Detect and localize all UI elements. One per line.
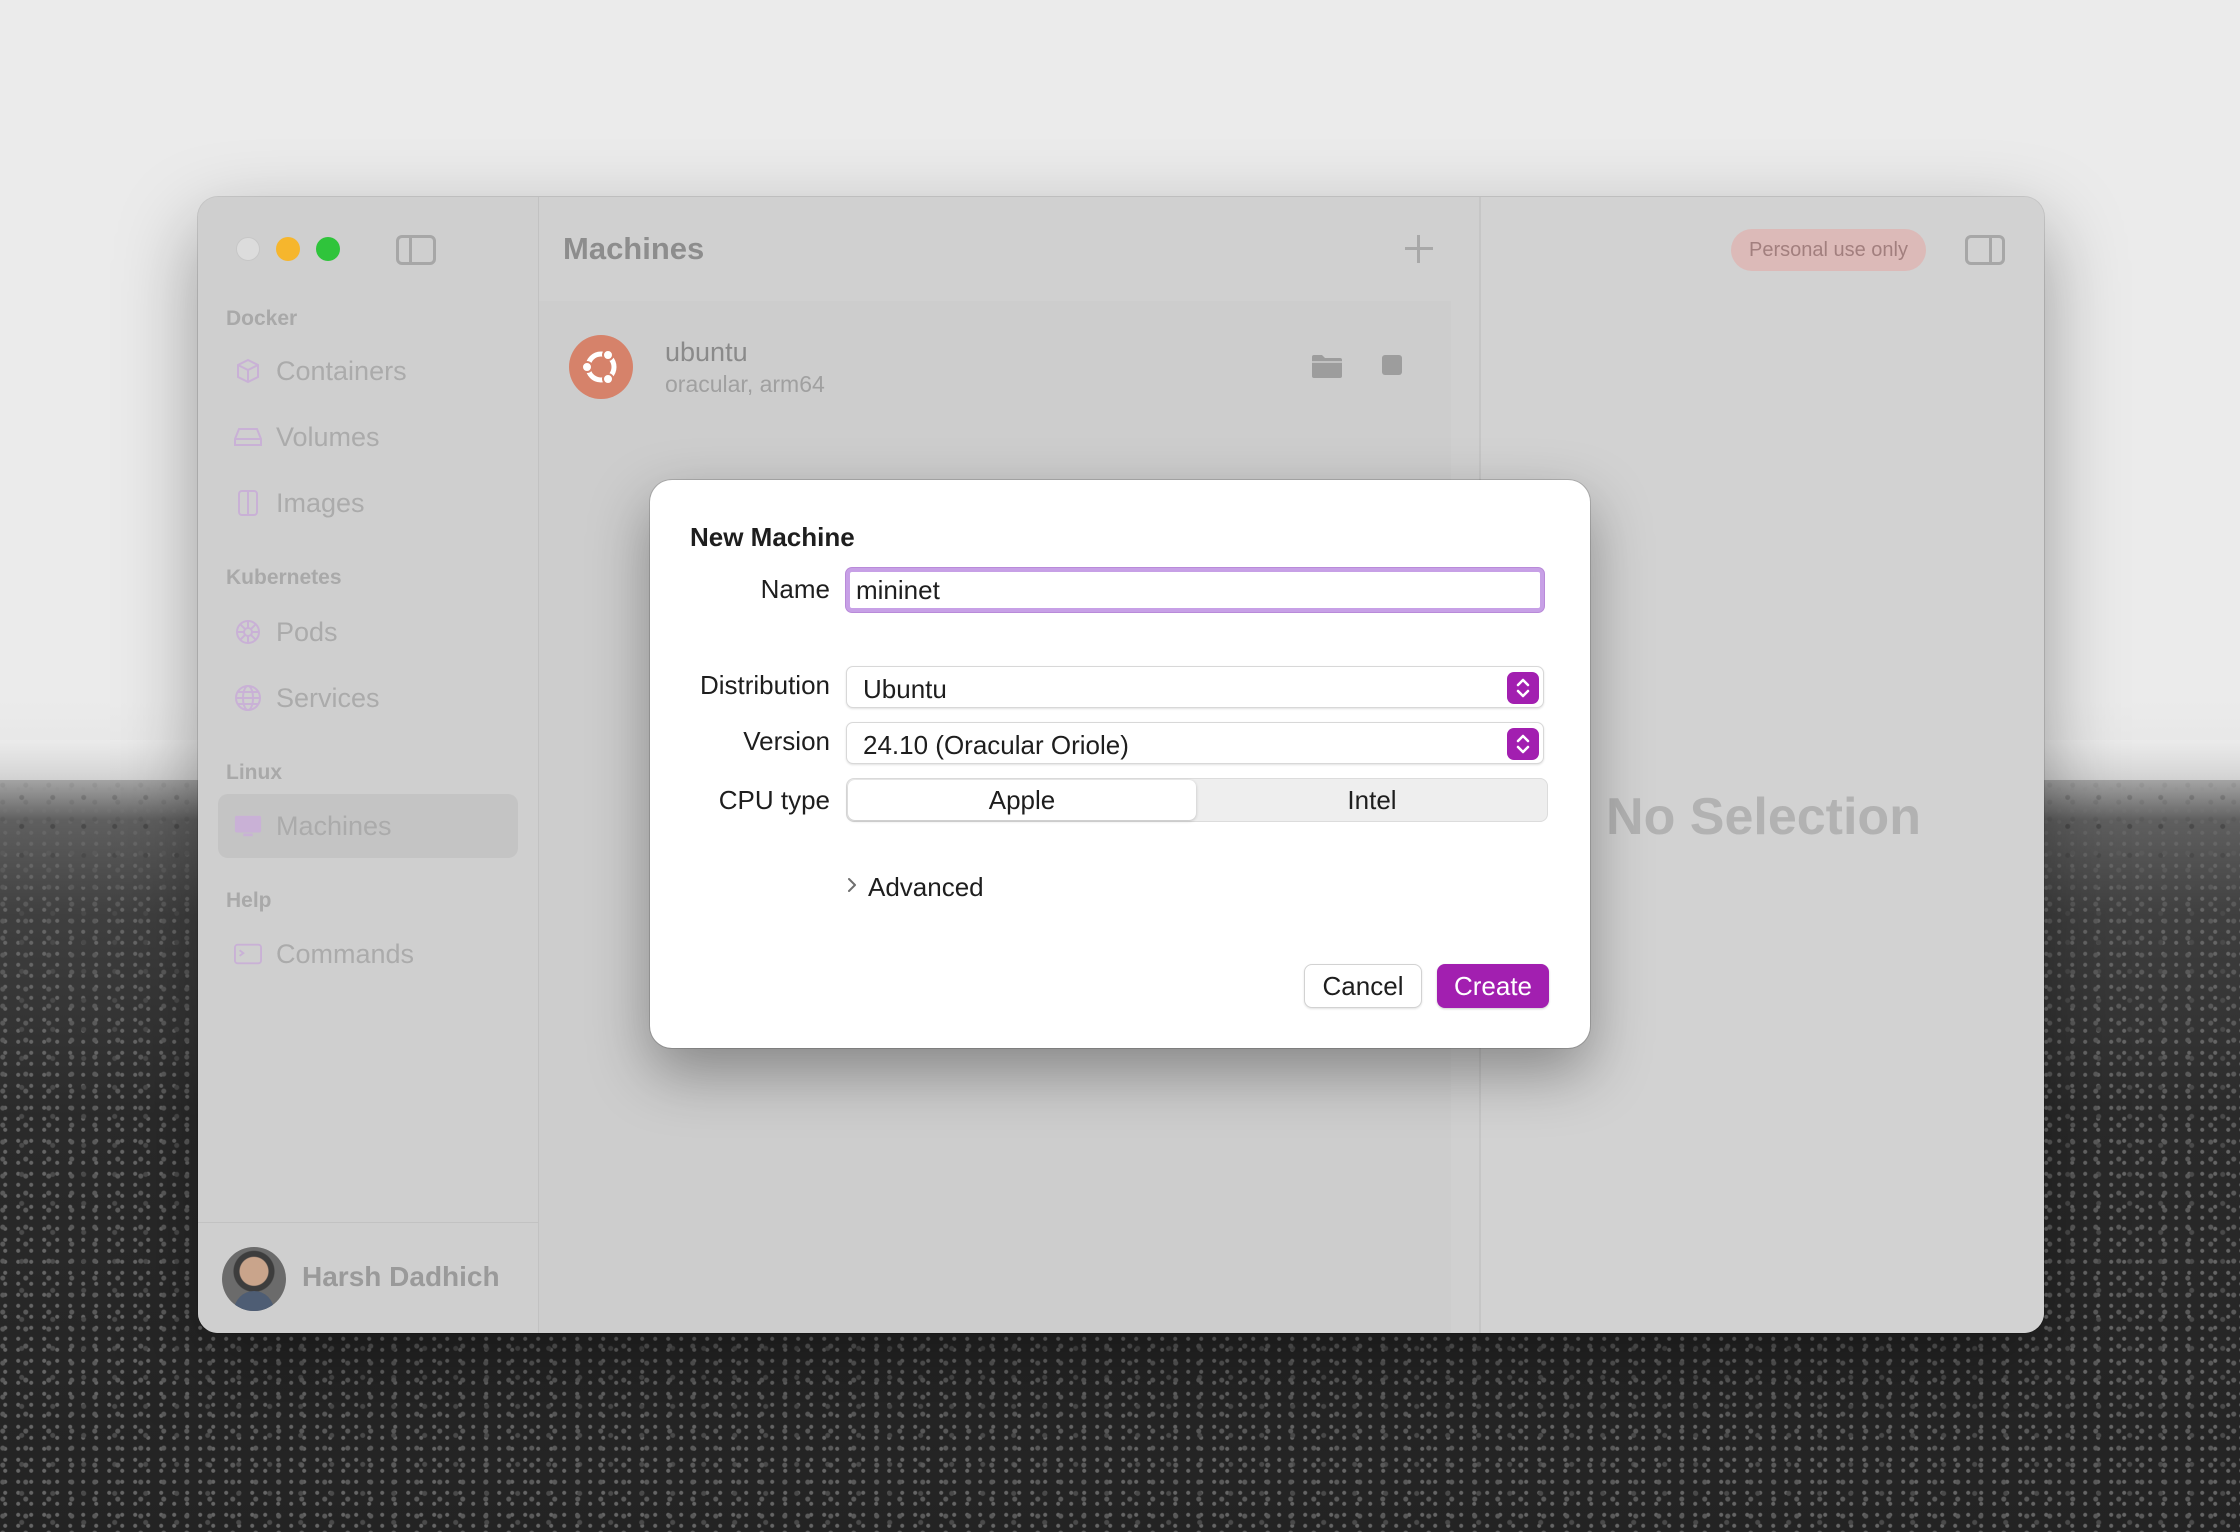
- cpu-type-label: CPU type: [718, 785, 830, 815]
- drive-icon: [234, 423, 262, 451]
- sidebar-item-pods[interactable]: Pods: [218, 600, 518, 664]
- sidebar-item-volumes[interactable]: Volumes: [218, 405, 518, 469]
- stop-icon[interactable]: [1382, 355, 1402, 375]
- cancel-button[interactable]: Cancel: [1304, 964, 1422, 1008]
- dialog-title: New Machine: [690, 522, 855, 552]
- sidebar-item-label: Images: [276, 487, 365, 518]
- segment-intel[interactable]: Intel: [1197, 779, 1547, 821]
- distribution-label: Distribution: [699, 670, 830, 700]
- chevron-up-down-icon: [1507, 672, 1539, 704]
- section-label-linux: Linux: [226, 761, 282, 784]
- machine-name: ubuntu: [665, 337, 748, 367]
- version-select[interactable]: 24.10 (Oracular Oriole): [846, 722, 1544, 764]
- minimize-window-button[interactable]: [276, 237, 300, 261]
- monitor-icon: [234, 812, 262, 840]
- advanced-disclosure[interactable]: Advanced: [846, 872, 984, 903]
- avatar: [222, 1247, 286, 1311]
- account-footer[interactable]: Harsh Dadhich: [198, 1222, 539, 1333]
- sidebar-item-label: Pods: [276, 616, 338, 647]
- segment-apple[interactable]: Apple: [848, 780, 1196, 820]
- sidebar-item-label: Volumes: [276, 421, 380, 452]
- distribution-select[interactable]: Ubuntu: [846, 666, 1544, 708]
- name-label: Name: [760, 574, 830, 604]
- images-icon: [234, 489, 262, 517]
- section-label-help: Help: [226, 889, 272, 912]
- sidebar: Docker Containers Volumes Images Kuberne…: [198, 197, 539, 1333]
- sidebar-item-label: Containers: [276, 355, 407, 386]
- terminal-icon: [234, 940, 262, 968]
- globe-icon: [234, 684, 262, 712]
- cpu-type-segmented-control: Apple Intel: [846, 778, 1548, 822]
- sidebar-item-images[interactable]: Images: [218, 471, 518, 535]
- machine-detail: oracular, arm64: [665, 371, 825, 397]
- sidebar-item-label: Commands: [276, 938, 415, 969]
- list-item[interactable]: ubuntu oracular, arm64: [539, 331, 1451, 427]
- sidebar-item-machines[interactable]: Machines: [218, 794, 518, 858]
- sidebar-item-label: Machines: [276, 810, 392, 841]
- advanced-label: Advanced: [868, 872, 984, 902]
- sidebar-item-commands[interactable]: Commands: [218, 922, 518, 986]
- version-label: Version: [743, 726, 830, 756]
- folder-icon[interactable]: [1311, 353, 1343, 379]
- helm-icon: [234, 618, 262, 646]
- close-window-button[interactable]: [236, 237, 260, 261]
- user-name: Harsh Dadhich: [302, 1261, 500, 1292]
- sidebar-toggle-icon[interactable]: [396, 235, 436, 265]
- name-input[interactable]: [846, 568, 1544, 612]
- distribution-value: Ubuntu: [863, 674, 947, 704]
- chevron-right-icon: [846, 876, 858, 899]
- add-machine-button[interactable]: [1401, 231, 1437, 267]
- sidebar-item-label: Services: [276, 682, 380, 713]
- cube-icon: [234, 357, 262, 385]
- section-label-docker: Docker: [226, 307, 298, 330]
- version-value: 24.10 (Oracular Oriole): [863, 730, 1129, 760]
- sidebar-item-services[interactable]: Services: [218, 666, 518, 730]
- create-button[interactable]: Create: [1437, 964, 1549, 1008]
- zoom-window-button[interactable]: [316, 237, 340, 261]
- new-machine-dialog: New Machine Name Distribution Ubuntu Ver…: [650, 480, 1590, 1048]
- chevron-up-down-icon: [1507, 728, 1539, 760]
- section-label-kubernetes: Kubernetes: [226, 566, 342, 589]
- page-title: Machines: [563, 231, 705, 266]
- license-badge[interactable]: Personal use only: [1731, 229, 1926, 271]
- ubuntu-logo-icon: [569, 335, 633, 399]
- sidebar-item-containers[interactable]: Containers: [218, 339, 518, 403]
- inspector-toggle-icon[interactable]: [1965, 235, 2005, 265]
